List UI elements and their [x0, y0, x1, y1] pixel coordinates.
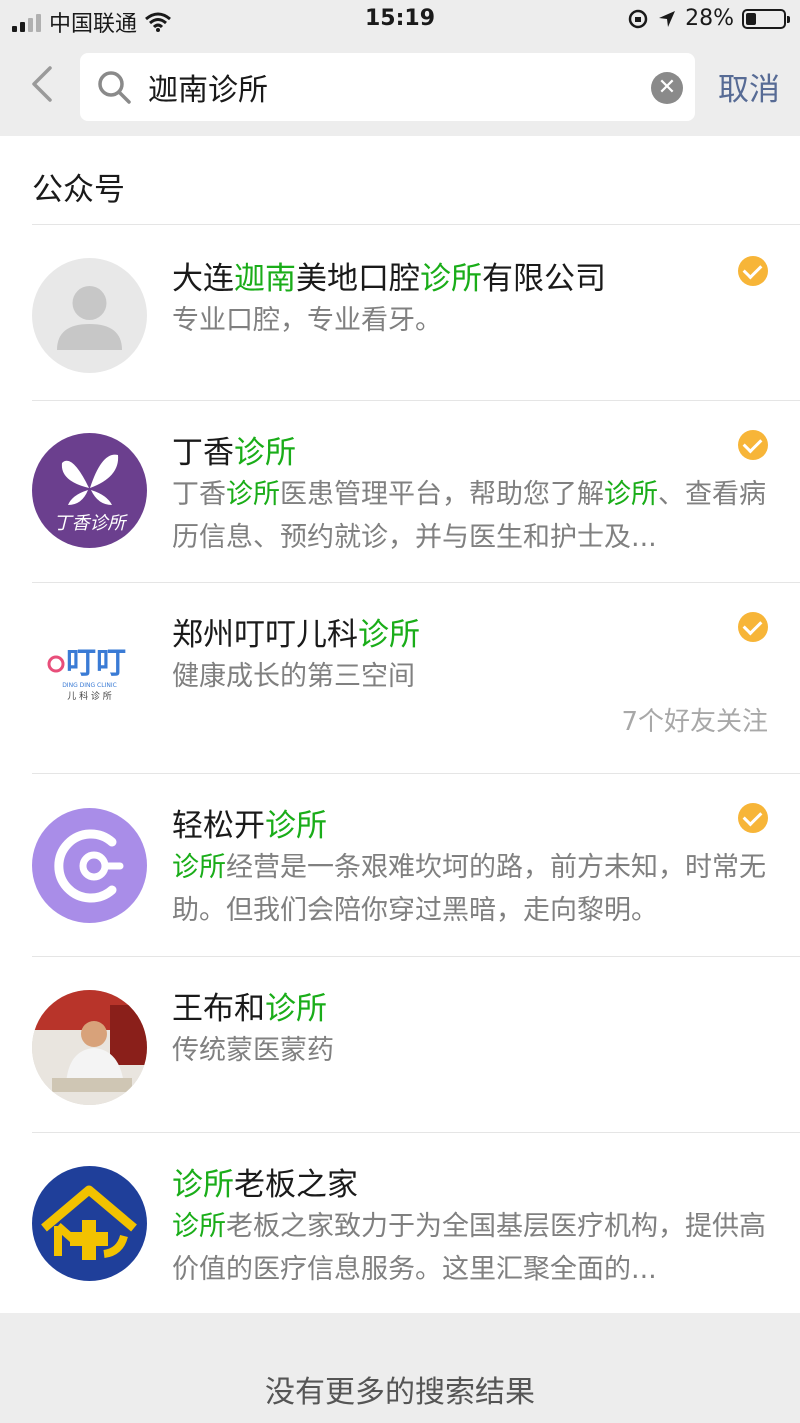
highlighted-keyword: 诊所	[358, 617, 420, 653]
account-row-wangbuhe[interactable]: 王布和诊所 传统蒙医蒙药	[32, 956, 800, 1132]
text-segment: 医患管理平台，帮助您了解	[280, 479, 604, 510]
account-row-qingsong[interactable]: 轻松开诊所 诊所经营是一条艰难坎坷的路，前方未知，时常无助。但我们会陪你穿过黑暗…	[32, 773, 800, 956]
account-row-dingding[interactable]: 叮叮 DING DING CLINIC 儿 科 诊 所 郑州叮叮儿科诊所 健康成…	[32, 582, 800, 773]
highlighted-keyword: 迦南	[234, 261, 296, 297]
text-segment: 轻松开	[172, 808, 265, 844]
search-icon	[98, 71, 131, 104]
account-description: 传统蒙医蒙药	[172, 1029, 772, 1072]
highlighted-keyword: 诊所	[265, 991, 327, 1027]
highlighted-keyword: 诊所	[172, 1167, 234, 1203]
account-title: 丁香诊所	[172, 427, 296, 472]
account-title: 郑州叮叮儿科诊所	[172, 609, 420, 654]
account-row-dingxiang[interactable]: 丁香诊所 丁香诊所 丁香诊所医患管理平台，帮助您了解诊所、查看病历信息、预约就诊…	[32, 400, 800, 582]
back-chevron-icon[interactable]	[28, 64, 56, 104]
clear-search-icon[interactable]: ✕	[651, 72, 683, 104]
text-segment: 丁香	[172, 435, 234, 471]
default-avatar-icon	[32, 258, 147, 373]
search-input[interactable]	[148, 61, 628, 113]
dingding-logo-subtext-cn: 儿 科 诊 所	[67, 690, 112, 702]
account-title: 轻松开诊所	[172, 800, 327, 845]
account-title: 王布和诊所	[172, 983, 327, 1028]
dingding-logo-subtext: DING DING CLINIC	[62, 682, 117, 689]
highlighted-keyword: 诊所	[420, 261, 482, 297]
highlighted-keyword: 诊所	[172, 852, 226, 883]
account-description: 诊所经营是一条艰难坎坷的路，前方未知，时常无助。但我们会陪你穿过黑暗，走向黎明。	[172, 846, 772, 932]
account-description: 专业口腔，专业看牙。	[172, 299, 772, 342]
highlighted-keyword: 诊所	[172, 1211, 226, 1242]
text-segment: 大连	[172, 261, 234, 297]
verified-icon	[738, 803, 768, 833]
search-results: 公众号 大连迦南美地口腔诊所有限公司 专业口腔，专业看牙。 丁香诊所 丁香诊所 …	[0, 136, 800, 1313]
text-segment: 经营是一条艰难坎坷的路，前方未知，时常无助。但我们会陪你穿过黑暗，走向黎明。	[172, 852, 766, 926]
status-right: 28%	[627, 6, 790, 31]
account-description: 丁香诊所医患管理平台，帮助您了解诊所、查看病历信息、预约就诊，并与医生和护士及.…	[172, 473, 772, 559]
highlighted-keyword: 诊所	[234, 435, 296, 471]
battery-percent: 28%	[685, 6, 734, 31]
text-segment: 郑州叮叮儿科	[172, 617, 358, 653]
text-segment: 有限公司	[482, 261, 606, 297]
search-header: ✕ 取消	[0, 40, 800, 136]
dingxiang-logo: 丁香诊所	[32, 433, 147, 548]
friends-following-count: 7个好友关注	[621, 707, 768, 737]
highlighted-keyword: 诊所	[265, 808, 327, 844]
text-segment: 专业口腔，专业看牙。	[172, 305, 442, 336]
text-segment: 老板之家致力于为全国基层医疗机构，提供高价值的医疗信息服务。这里汇聚全面的...	[172, 1211, 766, 1285]
no-more-results-text: 没有更多的搜索结果	[265, 1375, 535, 1410]
highlighted-keyword: 诊所	[226, 479, 280, 510]
location-arrow-icon	[659, 10, 676, 27]
account-row-dalian[interactable]: 大连迦南美地口腔诊所有限公司 专业口腔，专业看牙。	[32, 224, 800, 400]
text-segment: 美地口腔	[296, 261, 420, 297]
search-box: ✕	[80, 53, 695, 121]
account-title: 大连迦南美地口腔诊所有限公司	[172, 253, 606, 298]
account-row-laoban[interactable]: 诊所老板之家 诊所老板之家致力于为全国基层医疗机构，提供高价值的医疗信息服务。这…	[32, 1132, 800, 1313]
verified-icon	[738, 430, 768, 460]
no-more-results: 没有更多的搜索结果	[0, 1313, 800, 1423]
account-description: 诊所老板之家致力于为全国基层医疗机构，提供高价值的医疗信息服务。这里汇聚全面的.…	[172, 1205, 772, 1291]
dingding-logo-text: 叮叮	[66, 646, 126, 681]
wangbuhe-photo	[32, 990, 147, 1105]
text-segment: 丁香	[172, 479, 226, 510]
laoban-logo	[32, 1166, 147, 1281]
account-description: 健康成长的第三空间	[172, 655, 772, 698]
rotation-lock-icon	[628, 9, 648, 28]
dingxiang-logo-text: 丁香诊所	[54, 513, 129, 534]
text-segment: 健康成长的第三空间	[172, 661, 415, 692]
verified-icon	[738, 256, 768, 286]
section-title: 公众号	[32, 172, 125, 208]
dingding-clinic-logo: 叮叮 DING DING CLINIC 儿 科 诊 所	[32, 613, 147, 728]
text-segment: 王布和	[172, 991, 265, 1027]
text-segment: 老板之家	[234, 1167, 358, 1203]
qingsong-logo	[32, 808, 147, 923]
text-segment: 传统蒙医蒙药	[172, 1035, 334, 1066]
battery-icon	[742, 8, 790, 29]
status-bar: 中国联通 15:19 28%	[0, 0, 800, 40]
cancel-button[interactable]: 取消	[718, 64, 780, 109]
account-title: 诊所老板之家	[172, 1159, 358, 1204]
highlighted-keyword: 诊所	[604, 479, 658, 510]
verified-icon	[738, 612, 768, 642]
